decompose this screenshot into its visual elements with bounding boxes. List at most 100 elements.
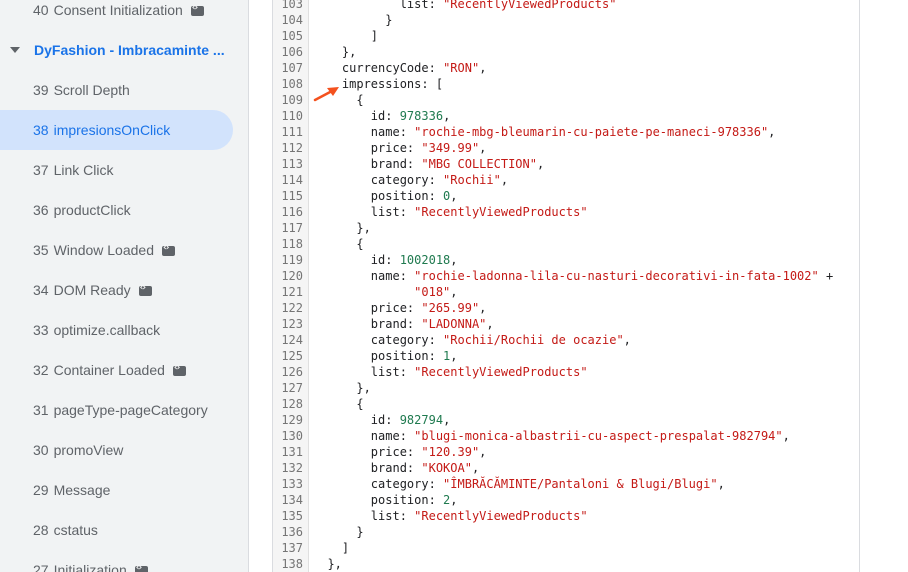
- code-text: },: [313, 44, 356, 60]
- code-token: ,: [450, 349, 458, 363]
- code-line: 106 },: [273, 44, 859, 60]
- code-token: price:: [370, 301, 422, 315]
- code-token: currencyCode:: [341, 61, 444, 75]
- line-number: 123: [281, 317, 303, 331]
- code-line: 108 impressions: [: [273, 76, 859, 92]
- code-line: 117 },: [273, 220, 859, 236]
- code-line: 103 list: "RecentlyViewedProducts": [273, 0, 859, 12]
- string-token: "120.39": [421, 445, 480, 459]
- sidebar-event-item[interactable]: 32 Container Loaded: [0, 350, 248, 390]
- code-line: 118 {: [273, 236, 859, 252]
- code-line: 122 price: "265.99",: [273, 300, 859, 316]
- code-line: 114 category: "Rochii",: [273, 172, 859, 188]
- string-token: "265.99": [421, 301, 480, 315]
- code-token: id:: [370, 109, 400, 123]
- line-number: 124: [281, 333, 303, 347]
- code-line: 137 ]: [273, 540, 859, 556]
- code-token: ,: [479, 141, 487, 155]
- event-label: Link Click: [53, 162, 114, 178]
- code-text: position: 2,: [313, 492, 458, 508]
- line-number: 120: [281, 269, 303, 283]
- code-line: 112 price: "349.99",: [273, 140, 859, 156]
- sidebar-event-item[interactable]: 29 Message: [0, 470, 248, 510]
- line-number: 135: [281, 509, 303, 523]
- code-text: ]: [313, 28, 378, 44]
- code-line: 125 position: 1,: [273, 348, 859, 364]
- sidebar-event-item[interactable]: 27 Initialization: [0, 550, 248, 572]
- event-label: DyFashion - Imbracaminte ...: [34, 42, 225, 58]
- code-text: category: "Rochii",: [313, 172, 508, 188]
- code-token: ,: [450, 189, 458, 203]
- line-number: 112: [281, 141, 303, 155]
- code-line: 123 brand: "LADONNA",: [273, 316, 859, 332]
- event-number: 34: [33, 282, 49, 298]
- event-label: Scroll Depth: [53, 82, 130, 98]
- line-number: 114: [281, 173, 303, 187]
- line-number: 128: [281, 397, 303, 411]
- code-token: impressions: [: [341, 77, 444, 91]
- code-tag-icon: [190, 3, 204, 16]
- sidebar-event-item[interactable]: 39 Scroll Depth: [0, 70, 248, 110]
- line-number: 115: [281, 189, 303, 203]
- sidebar-event-item[interactable]: 36 productClick: [0, 190, 248, 230]
- event-label: cstatus: [53, 522, 98, 538]
- code-token: ,: [768, 125, 776, 139]
- event-number: 40: [33, 2, 49, 18]
- sidebar-event-item[interactable]: 37 Link Click: [0, 150, 248, 190]
- code-token: ,: [782, 429, 790, 443]
- code-line: 133 category: "ÎMBRĂCĂMINTE/Pantaloni & …: [273, 476, 859, 492]
- code-text: position: 1,: [313, 348, 458, 364]
- code-token: list:: [399, 0, 444, 11]
- code-line: 138 },: [273, 556, 859, 572]
- sidebar-container-group[interactable]: DyFashion - Imbracaminte ...: [0, 30, 248, 70]
- code-token: ,: [450, 493, 458, 507]
- event-number: 38: [33, 122, 49, 138]
- sidebar-event-item[interactable]: 28 cstatus: [0, 510, 248, 550]
- line-number: 130: [281, 429, 303, 443]
- sidebar-event-item[interactable]: 31 pageType-pageCategory: [0, 390, 248, 430]
- line-number: 105: [281, 29, 303, 43]
- code-line: 129 id: 982794,: [273, 412, 859, 428]
- line-number: 137: [281, 541, 303, 555]
- code-text: }: [313, 12, 392, 28]
- code-text: name: "rochie-mbg-bleumarin-cu-paiete-pe…: [313, 124, 776, 140]
- code-token: ,: [486, 317, 494, 331]
- code-token: position:: [370, 349, 444, 363]
- sidebar-event-item[interactable]: 35 Window Loaded: [0, 230, 248, 270]
- code-text: price: "265.99",: [313, 300, 487, 316]
- annotation-arrow-icon: [313, 87, 339, 102]
- number-token: 1002018: [399, 253, 451, 267]
- line-number: 125: [281, 349, 303, 363]
- sidebar-event-item[interactable]: 34 DOM Ready: [0, 270, 248, 310]
- string-token: "ÎMBRĂCĂMINTE/Pantaloni & Blugi/Blugi": [443, 477, 718, 491]
- code-token: ,: [443, 413, 451, 427]
- code-token: ,: [450, 253, 458, 267]
- sidebar-event-item[interactable]: 40 Consent Initialization: [0, 0, 248, 30]
- event-number: 27: [33, 562, 49, 572]
- code-token: position:: [370, 493, 444, 507]
- line-number: 127: [281, 381, 303, 395]
- event-number: 35: [33, 242, 49, 258]
- caret-down-icon[interactable]: [10, 47, 20, 53]
- code-viewer: 103 list: "RecentlyViewedProducts" 104 } 1…: [272, 0, 860, 572]
- code-tag-icon: [134, 563, 148, 572]
- code-token: ]: [370, 29, 379, 43]
- code-line: 131 price: "120.39",: [273, 444, 859, 460]
- line-number: 113: [281, 157, 303, 171]
- line-number: 126: [281, 365, 303, 379]
- code-line: 127 },: [273, 380, 859, 396]
- code-token: ,: [500, 173, 509, 187]
- code-token: {: [356, 397, 364, 411]
- string-token: "MBG COLLECTION": [421, 157, 537, 171]
- code-text: {: [313, 236, 364, 252]
- code-token: {: [356, 237, 364, 251]
- line-number: 107: [281, 61, 303, 75]
- code-text: name: "blugi-monica-albastrii-cu-aspect-…: [313, 428, 790, 444]
- sidebar-event-item[interactable]: 38 impresionsOnClick: [0, 110, 233, 150]
- sidebar-event-item[interactable]: 30 promoView: [0, 430, 248, 470]
- line-number: 106: [281, 45, 303, 59]
- sidebar-event-item[interactable]: 33 optimize.callback: [0, 310, 248, 350]
- code-text: list: "RecentlyViewedProducts": [313, 364, 588, 380]
- code-text: category: "ÎMBRĂCĂMINTE/Pantaloni & Blug…: [313, 476, 725, 492]
- code-text: currencyCode: "RON",: [313, 60, 487, 76]
